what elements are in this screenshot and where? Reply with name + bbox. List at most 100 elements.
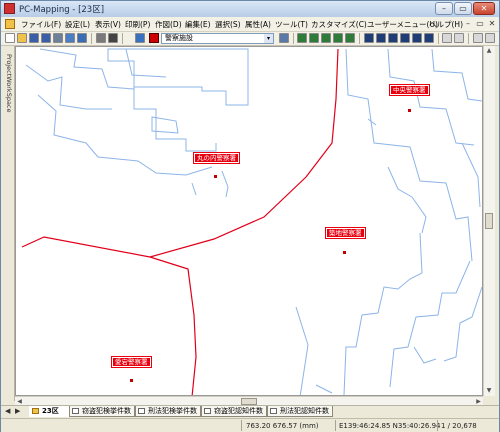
tab-theft-arrests[interactable]: 窃盗犯検挙件数 — [69, 406, 135, 417]
menu-user[interactable]: ユーザーメニュー(U) — [367, 19, 438, 30]
window-icon[interactable] — [473, 33, 483, 43]
measure-icon[interactable] — [364, 33, 374, 43]
export-icon[interactable] — [77, 33, 87, 43]
toolbar-separator — [438, 33, 439, 44]
police-station-marker[interactable] — [214, 175, 217, 178]
project-workspace-label: ProjectWorkSpace — [5, 54, 13, 113]
tab-label: 23区 — [42, 407, 59, 415]
police-station-marker[interactable] — [130, 379, 133, 382]
menu-customize[interactable]: カスタマイズ(C) — [311, 19, 367, 30]
mdi-close-button[interactable]: ✕ — [487, 19, 497, 29]
preview-icon[interactable] — [65, 33, 75, 43]
measure-icon[interactable] — [388, 33, 398, 43]
horizontal-scroll-thumb[interactable] — [241, 398, 257, 405]
app-icon — [4, 3, 15, 14]
toolbar-separator — [122, 33, 123, 44]
map-tool-icon[interactable] — [309, 33, 319, 43]
menu-print[interactable]: 印刷(P) — [125, 19, 150, 30]
tab-label: 窃盗犯認知件数 — [214, 407, 263, 415]
window-title: PC-Mapping - [23区] — [19, 5, 105, 15]
table-sheet-icon — [204, 408, 211, 414]
new-file-icon[interactable] — [5, 33, 15, 43]
document-icon[interactable] — [5, 19, 15, 29]
measure-icon[interactable] — [400, 33, 410, 43]
grid-tool-icon[interactable] — [108, 33, 118, 43]
layer-select[interactable]: 警察施設 ▾ — [161, 33, 274, 44]
tab-penal-arrests[interactable]: 刑法犯検挙件数 — [135, 406, 201, 417]
project-workspace-panel[interactable]: ProjectWorkSpace — [2, 46, 15, 401]
layer-icon[interactable] — [135, 33, 145, 43]
map-label-marunouchi[interactable]: 丸の内警察署 — [193, 152, 240, 164]
window-icon[interactable] — [485, 33, 495, 43]
menu-select[interactable]: 選択(S) — [215, 19, 241, 30]
tab-23ku[interactable]: 23区 — [29, 406, 69, 417]
measure-icon[interactable] — [376, 33, 386, 43]
vertical-scrollbar[interactable]: ▲ ▼ — [483, 46, 495, 396]
status-scale: 1 / 20,678 — [441, 422, 477, 430]
chevron-down-icon[interactable]: ▾ — [264, 34, 273, 43]
toolbar-separator — [359, 33, 360, 44]
menu-file[interactable]: ファイル(F) — [21, 19, 61, 30]
menu-help[interactable]: ヘルプ(H) — [429, 19, 463, 30]
app-window: PC-Mapping - [23区] – ▭ ✕ ファイル(F) 設定(L) 表… — [0, 0, 500, 432]
menu-attributes[interactable]: 属性(A) — [245, 19, 271, 30]
minimize-button[interactable]: – — [435, 2, 453, 15]
save-all-icon[interactable] — [41, 33, 51, 43]
tab-scroll-right-icon[interactable]: ▶ — [15, 407, 20, 415]
table-icon[interactable] — [442, 33, 452, 43]
scroll-down-icon[interactable]: ▼ — [484, 386, 494, 396]
map-tool-icon[interactable] — [321, 33, 331, 43]
tab-theft-recognized[interactable]: 窃盗犯認知件数 — [201, 406, 267, 417]
map-tool-icon[interactable] — [333, 33, 343, 43]
police-station-marker[interactable] — [408, 109, 411, 112]
toolbar-separator — [468, 33, 469, 44]
toolbar: 警察施設 ▾ — [1, 32, 499, 46]
layer-tool-icon[interactable] — [96, 33, 106, 43]
maximize-button[interactable]: ▭ — [454, 2, 472, 15]
map-tool-icon[interactable] — [345, 33, 355, 43]
menu-view[interactable]: 表示(V) — [95, 19, 121, 30]
police-station-marker[interactable] — [343, 251, 346, 254]
table-sheet-icon — [138, 408, 145, 414]
menu-bar: ファイル(F) 設定(L) 表示(V) 印刷(P) 作図(D) 編集(E) 選択… — [1, 17, 499, 32]
mdi-minimize-button[interactable]: – — [463, 19, 473, 29]
status-coordinates-mm: 763.20 676.57 (mm) — [246, 422, 319, 430]
layer-properties-icon[interactable] — [279, 33, 289, 43]
menu-tools[interactable]: ツール(T) — [275, 19, 308, 30]
map-layer-icon — [149, 33, 159, 43]
print-icon[interactable] — [53, 33, 63, 43]
status-latlon: E139:46:24.85 N35:40:26.94 — [339, 422, 441, 430]
map-label-tsukiji[interactable]: 築地警察署 — [325, 227, 366, 239]
layer-sheet-icon — [32, 408, 39, 414]
tab-scroll-left-icon[interactable]: ◀ — [5, 407, 10, 415]
open-folder-icon[interactable] — [17, 33, 27, 43]
toolbar-separator — [293, 33, 294, 44]
vertical-scroll-thumb[interactable] — [485, 213, 493, 229]
map-label-chuo[interactable]: 中央警察署 — [389, 84, 430, 96]
map-label-atago[interactable]: 愛宕警察署 — [111, 356, 152, 368]
menu-settings[interactable]: 設定(L) — [65, 19, 90, 30]
sheet-tab-bar: ◀ ▶ 23区 窃盗犯検挙件数 刑法犯検挙件数 窃盗犯認知件数 刑法犯認知件数 — [1, 405, 499, 418]
menu-draw[interactable]: 作図(D) — [155, 19, 182, 30]
status-separator — [437, 420, 438, 431]
map-drawing — [21, 48, 482, 395]
scroll-up-icon[interactable]: ▲ — [484, 46, 494, 56]
table-sheet-icon — [72, 408, 79, 414]
map-canvas[interactable]: 中央警察署 丸の内警察署 築地警察署 愛宕警察署 — [15, 46, 483, 396]
tab-label: 窃盗犯検挙件数 — [82, 407, 131, 415]
measure-icon[interactable] — [424, 33, 434, 43]
layer-select-value: 警察施設 — [165, 34, 193, 42]
district-boundary — [21, 48, 339, 395]
table-icon[interactable] — [454, 33, 464, 43]
close-button[interactable]: ✕ — [473, 2, 495, 15]
map-tool-icon[interactable] — [297, 33, 307, 43]
title-bar[interactable]: PC-Mapping - [23区] – ▭ ✕ — [1, 1, 499, 18]
save-icon[interactable] — [29, 33, 39, 43]
status-separator — [335, 420, 336, 431]
menu-edit[interactable]: 編集(E) — [185, 19, 211, 30]
coastline — [25, 48, 482, 395]
toolbar-separator — [91, 33, 92, 44]
tab-penal-recognized[interactable]: 刑法犯認知件数 — [267, 406, 333, 417]
measure-icon[interactable] — [412, 33, 422, 43]
mdi-restore-button[interactable]: ▭ — [475, 19, 485, 29]
